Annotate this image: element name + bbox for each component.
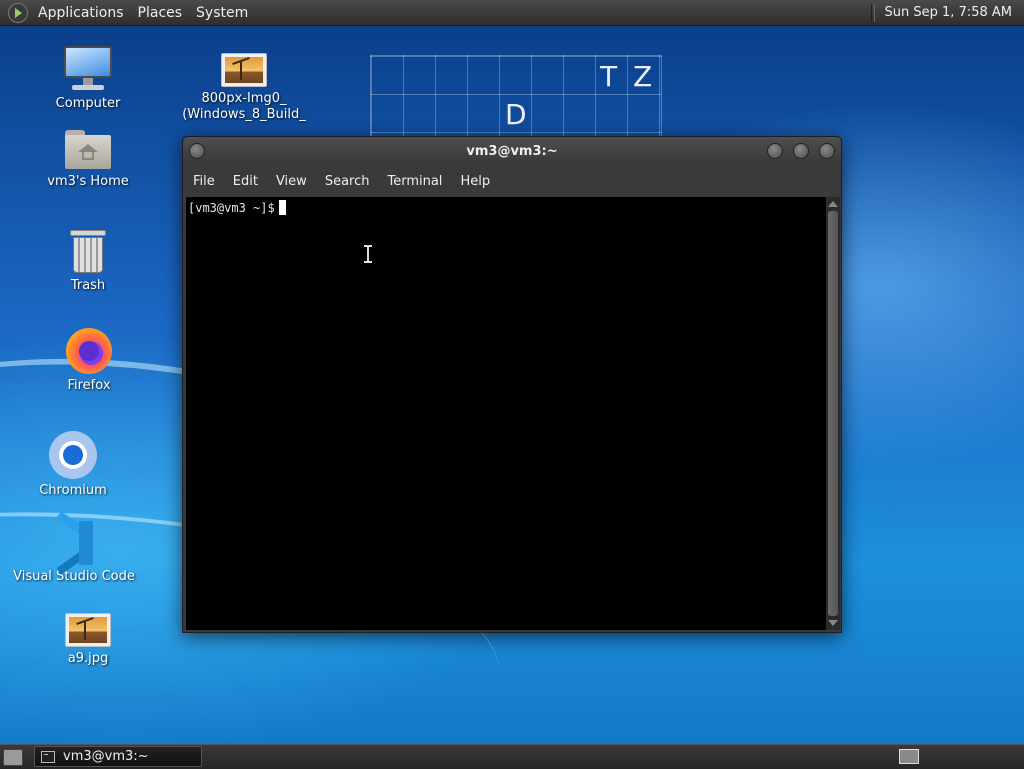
- prompt-line: [vm3@vm3 ~]$: [188, 200, 286, 215]
- home-folder-icon: [65, 130, 111, 170]
- desktop-icon-computer[interactable]: Computer: [23, 46, 153, 112]
- vscode-icon: [51, 511, 97, 575]
- image-file-icon: [221, 53, 267, 87]
- desktop-icon-label: vm3's Home: [47, 174, 129, 189]
- wallpaper-letter: T: [600, 60, 618, 93]
- ibeam-cursor-icon: [364, 245, 372, 263]
- maximize-icon[interactable]: [793, 143, 809, 159]
- wallpaper-letter: Z: [633, 60, 653, 93]
- terminal-window: vm3@vm3:~ File Edit View Search Terminal…: [182, 136, 842, 633]
- menu-help[interactable]: Help: [450, 174, 498, 189]
- taskbar-button-label: vm3@vm3:~: [63, 749, 149, 764]
- chromium-icon: [49, 431, 97, 479]
- wallpaper-letter: D: [505, 98, 527, 131]
- desktop-icon-label: 800px-Img0_: [201, 91, 287, 106]
- terminal-output-area[interactable]: [vm3@vm3 ~]$: [186, 197, 826, 630]
- menu-system[interactable]: System: [189, 5, 255, 21]
- menu-search[interactable]: Search: [315, 174, 378, 189]
- menu-terminal[interactable]: Terminal: [377, 174, 450, 189]
- image-file-icon: [65, 613, 111, 647]
- desktop-icon-chromium[interactable]: Chromium: [8, 431, 138, 499]
- clock[interactable]: Sun Sep 1, 7:58 AM: [885, 5, 1012, 20]
- desktop-icon-trash[interactable]: Trash: [23, 230, 153, 294]
- close-icon[interactable]: [819, 143, 835, 159]
- menu-edit[interactable]: Edit: [223, 174, 266, 189]
- scroll-up-icon[interactable]: [828, 201, 838, 207]
- menu-places[interactable]: Places: [131, 5, 190, 21]
- show-desktop-icon[interactable]: [3, 749, 23, 766]
- top-panel: Applications Places System Sun Sep 1, 7:…: [0, 0, 1024, 26]
- desktop-icon-label: Firefox: [67, 378, 111, 393]
- desktop-icon-firefox[interactable]: Firefox: [24, 328, 154, 394]
- trash-icon: [70, 230, 106, 274]
- desktop-icon-800px-img[interactable]: 800px-Img0_ (Windows_8_Build_: [179, 53, 309, 123]
- window-title: vm3@vm3:~: [466, 143, 558, 159]
- computer-icon: [64, 46, 112, 92]
- desktop-icon-label: Chromium: [39, 483, 107, 498]
- window-menu-icon[interactable]: [189, 143, 205, 159]
- text-cursor: [278, 200, 286, 215]
- panel-separator: [870, 3, 875, 22]
- shell-prompt: [vm3@vm3 ~]$: [188, 201, 275, 215]
- scrollbar-thumb[interactable]: [828, 211, 838, 616]
- desktop-icon-a9-jpg[interactable]: a9.jpg: [23, 613, 153, 667]
- taskbar-button-terminal[interactable]: vm3@vm3:~: [34, 746, 202, 767]
- terminal-scrollbar[interactable]: [826, 197, 840, 630]
- desktop-icon-label: Computer: [55, 96, 121, 111]
- panel-menu-bar: Applications Places System: [0, 0, 255, 25]
- terminal-titlebar[interactable]: vm3@vm3:~: [183, 137, 841, 165]
- terminal-icon: [41, 750, 55, 763]
- terminal-menubar: File Edit View Search Terminal Help: [183, 166, 841, 196]
- firefox-icon: [66, 328, 112, 374]
- bottom-panel: vm3@vm3:~: [0, 744, 1024, 769]
- desktop-icon-label: (Windows_8_Build_: [182, 107, 306, 122]
- panel-right: Sun Sep 1, 7:58 AM: [870, 0, 1024, 25]
- minimize-icon[interactable]: [767, 143, 783, 159]
- desktop-icon-label: Trash: [70, 278, 106, 293]
- desktop-icon-label: Visual Studio Code: [13, 569, 135, 584]
- desktop-icon-label: a9.jpg: [67, 651, 109, 666]
- menu-view[interactable]: View: [266, 174, 315, 189]
- menu-applications[interactable]: Applications: [31, 5, 131, 21]
- desktop-icon-vscode[interactable]: Visual Studio Code: [9, 511, 139, 585]
- scroll-down-icon[interactable]: [828, 620, 838, 626]
- applications-logo-icon[interactable]: [8, 2, 28, 23]
- workspace-switcher[interactable]: [899, 749, 919, 764]
- desktop-icon-home[interactable]: vm3's Home: [23, 130, 153, 190]
- menu-file[interactable]: File: [183, 174, 223, 189]
